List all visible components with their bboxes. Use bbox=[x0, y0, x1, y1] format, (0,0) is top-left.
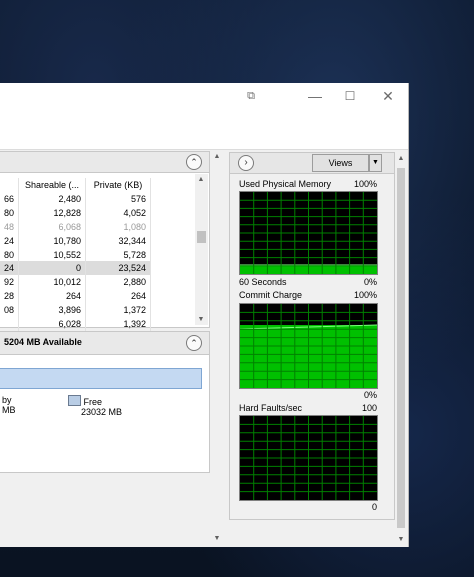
graph-title: Commit Charge bbox=[239, 290, 303, 300]
used-physical-memory-graph bbox=[239, 191, 378, 275]
pid-cell bbox=[0, 317, 20, 331]
graph-min: 0% bbox=[363, 390, 377, 400]
private-cell: 1,392 bbox=[85, 317, 152, 331]
pid-cell: 28 bbox=[0, 289, 20, 304]
pid-cell: 92 bbox=[0, 275, 20, 290]
collapse-icon[interactable]: ⌃ bbox=[186, 154, 202, 170]
pid-cell: 24 bbox=[0, 233, 20, 248]
private-cell: 32,344 bbox=[85, 233, 152, 248]
physical-memory-header[interactable]: 5204 MB Available ⌃ bbox=[0, 332, 209, 355]
hard-faults-graph bbox=[239, 415, 378, 501]
table-row[interactable]: 28 264 264 bbox=[0, 289, 152, 304]
physical-memory-panel: 5204 MB Available ⌃ by MB Free 23032 MB bbox=[0, 331, 210, 473]
legend-standby: by MB bbox=[2, 395, 16, 415]
pid-cell: 48 bbox=[0, 219, 20, 234]
scroll-down-icon[interactable]: ▼ bbox=[395, 536, 407, 543]
graph-max: 100% bbox=[353, 290, 377, 300]
views-button[interactable]: Views bbox=[312, 154, 369, 172]
close-button[interactable]: ✕ bbox=[369, 83, 407, 111]
private-cell: 2,880 bbox=[85, 275, 152, 290]
pid-cell: 24 bbox=[0, 261, 20, 276]
table-row[interactable]: 66 2,480 576 bbox=[0, 192, 152, 206]
expand-icon[interactable]: › bbox=[238, 155, 254, 171]
table-row[interactable]: 92 10,012 2,880 bbox=[0, 275, 152, 290]
graph-min: 0 bbox=[371, 502, 377, 512]
shareable-cell: 264 bbox=[18, 289, 87, 304]
commit-charge-graph bbox=[239, 303, 378, 389]
memory-usage-bar bbox=[0, 368, 202, 389]
graph-min: 0% bbox=[363, 277, 377, 287]
shareable-cell: 12,828 bbox=[18, 205, 87, 220]
private-cell: 1,080 bbox=[85, 219, 152, 234]
shareable-cell: 6,068 bbox=[18, 219, 87, 234]
shareable-cell: 0 bbox=[18, 261, 87, 276]
table-row[interactable]: 80 12,828 4,052 bbox=[0, 205, 152, 220]
private-cell: 23,524 bbox=[85, 261, 152, 276]
graph-time: 60 Seconds bbox=[239, 277, 287, 287]
collapse-icon[interactable]: ⌃ bbox=[186, 335, 202, 351]
table-row[interactable]: 08 3,896 1,372 bbox=[0, 303, 152, 318]
scroll-up-icon[interactable]: ▲ bbox=[395, 155, 407, 162]
shareable-cell: 10,780 bbox=[18, 233, 87, 248]
table-row[interactable]: 48 6,068 1,080 bbox=[0, 219, 152, 234]
scroll-up-icon[interactable]: ▲ bbox=[195, 176, 207, 183]
maximize-button[interactable]: ☐ bbox=[331, 83, 369, 111]
private-cell: 5,728 bbox=[85, 247, 152, 262]
private-cell: 576 bbox=[85, 192, 152, 206]
scroll-down-icon[interactable]: ▼ bbox=[195, 316, 207, 323]
table-row[interactable]: 24 0 23,524 bbox=[0, 261, 152, 276]
free-swatch bbox=[68, 395, 81, 406]
resource-monitor-window: ⧉ — ☐ ✕ ⌃ Shareable (... Private (KB) 66… bbox=[0, 83, 409, 547]
private-cell: 4,052 bbox=[85, 205, 152, 220]
pid-cell: 08 bbox=[0, 303, 20, 318]
scroll-up-icon[interactable]: ▲ bbox=[211, 153, 223, 160]
private-cell: 1,372 bbox=[85, 303, 152, 318]
pid-cell: 80 bbox=[0, 247, 20, 262]
column-header-private[interactable]: Private (KB) bbox=[85, 178, 152, 192]
processes-table: Shareable (... Private (KB) 66 2,480 576 80… bbox=[0, 178, 152, 331]
pid-cell: 66 bbox=[0, 192, 20, 206]
graphs-scrollbar[interactable]: ▲ ▼ bbox=[395, 152, 407, 546]
shareable-cell: 10,552 bbox=[18, 247, 87, 262]
graphs-panel-header: › Views ▼ bbox=[230, 153, 394, 174]
legend-free: Free 23032 MB bbox=[68, 395, 122, 417]
column-header-shareable[interactable]: Shareable (... bbox=[18, 178, 87, 192]
graph-title: Used Physical Memory bbox=[239, 179, 332, 189]
shareable-cell: 3,896 bbox=[18, 303, 87, 318]
processes-scrollbar[interactable]: ▲ ▼ bbox=[195, 174, 208, 325]
scroll-thumb[interactable] bbox=[397, 168, 405, 528]
views-dropdown-icon[interactable]: ▼ bbox=[369, 154, 382, 172]
processes-panel-header[interactable]: ⌃ bbox=[0, 152, 209, 173]
scroll-down-icon[interactable]: ▼ bbox=[211, 535, 223, 542]
title-bar[interactable]: ⧉ — ☐ ✕ bbox=[0, 83, 408, 111]
graph-title: Hard Faults/sec bbox=[239, 403, 303, 413]
restore-icon[interactable]: ⧉ bbox=[232, 83, 270, 111]
table-row[interactable]: 80 10,552 5,728 bbox=[0, 247, 152, 262]
scroll-thumb[interactable] bbox=[197, 231, 206, 243]
table-row[interactable]: 6,028 1,392 bbox=[0, 317, 152, 331]
pid-cell: 80 bbox=[0, 205, 20, 220]
shareable-cell: 6,028 bbox=[18, 317, 87, 331]
shareable-cell: 10,012 bbox=[18, 275, 87, 290]
graph-max: 100 bbox=[361, 403, 377, 413]
tab-bar bbox=[0, 111, 408, 150]
graph-max: 100% bbox=[353, 179, 377, 189]
minimize-button[interactable]: — bbox=[296, 83, 334, 111]
table-row[interactable]: 24 10,780 32,344 bbox=[0, 233, 152, 248]
shareable-cell: 2,480 bbox=[18, 192, 87, 206]
memory-available-label: 5204 MB Available bbox=[4, 337, 82, 347]
processes-panel: ⌃ Shareable (... Private (KB) 66 2,480 576… bbox=[0, 151, 210, 331]
graphs-panel: › Views ▼ Used Physical Memory 100% 60 S… bbox=[229, 152, 395, 520]
private-cell: 264 bbox=[85, 289, 152, 304]
